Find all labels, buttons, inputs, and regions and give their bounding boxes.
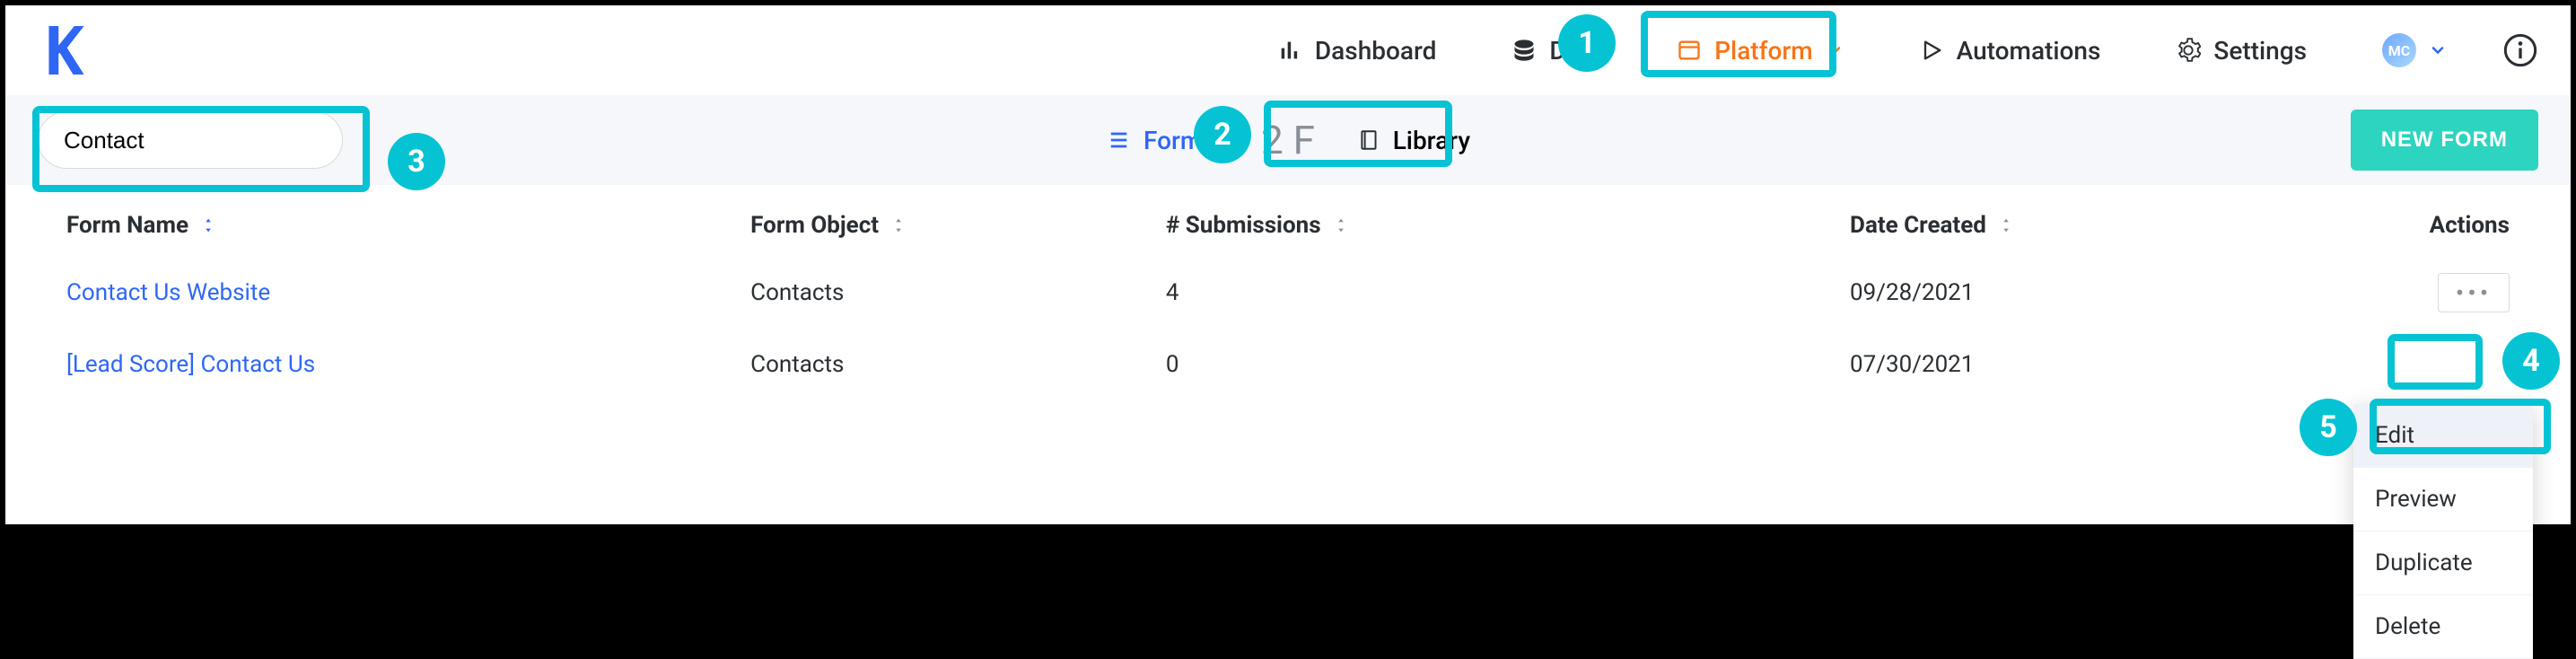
submissions-cell: 4 xyxy=(1166,279,1850,306)
th-submissions-label: # Submissions xyxy=(1166,212,1321,239)
chevron-down-icon xyxy=(1826,41,1844,59)
nav-platform[interactable]: Platform xyxy=(1657,23,1862,78)
subnav-tabs: Forms Library xyxy=(1084,111,1492,170)
date-created-cell: 09/28/2021 xyxy=(1850,279,2363,306)
sub-nav: 2 F Forms Library NEW FORM xyxy=(5,95,2571,185)
actions-cell: ••• xyxy=(2438,273,2510,312)
menu-item-duplicate[interactable]: Duplicate xyxy=(2353,532,2533,595)
logo[interactable] xyxy=(38,23,92,77)
nav-settings-label: Settings xyxy=(2213,36,2307,66)
search-input[interactable] xyxy=(64,127,364,154)
table-row: Contact Us Website Contacts 4 09/28/2021… xyxy=(66,257,2510,329)
date-created-cell: 07/30/2021 xyxy=(1850,351,2363,378)
tab-library-label: Library xyxy=(1393,126,1470,155)
sort-asc-icon xyxy=(199,215,219,235)
nav-user-menu[interactable]: MC xyxy=(2362,21,2466,80)
menu-item-delete[interactable]: Delete xyxy=(2353,595,2533,659)
info-icon[interactable] xyxy=(2502,32,2538,68)
sort-icon xyxy=(1997,215,2017,235)
nav-dashboard[interactable]: Dashboard xyxy=(1257,23,1456,78)
avatar: MC xyxy=(2382,33,2416,67)
logo-k-icon xyxy=(45,26,84,75)
form-name-link[interactable]: [Lead Score] Contact Us xyxy=(66,351,750,378)
search-wrap xyxy=(38,111,343,169)
th-date-created[interactable]: Date Created xyxy=(1850,212,2363,239)
nav-automations[interactable]: Automations xyxy=(1899,23,2121,78)
th-date-created-label: Date Created xyxy=(1850,212,1986,239)
sort-icon xyxy=(1332,215,1352,235)
th-form-name-label: Form Name xyxy=(66,212,188,239)
th-submissions[interactable]: # Submissions xyxy=(1166,212,1850,239)
submissions-cell: 0 xyxy=(1166,351,1850,378)
book-icon xyxy=(1357,128,1380,152)
list-icon xyxy=(1106,127,1131,153)
browser-icon xyxy=(1677,38,1702,63)
nav-platform-label: Platform xyxy=(1714,36,1812,66)
nav-data[interactable]: Data xyxy=(1492,23,1621,78)
database-icon xyxy=(1511,38,1537,63)
tab-library[interactable]: Library xyxy=(1336,111,1492,170)
top-nav: Dashboard Data Platform Automations xyxy=(5,5,2571,95)
row-actions-button[interactable]: ••• xyxy=(2438,273,2510,312)
tab-forms-label: Forms xyxy=(1143,126,1215,155)
forms-table: Form Name Form Object # Submissions Date… xyxy=(31,185,2545,499)
bar-chart-icon xyxy=(1277,38,1302,63)
form-name-link[interactable]: Contact Us Website xyxy=(66,279,750,306)
gear-icon xyxy=(2176,38,2201,63)
form-object-cell: Contacts xyxy=(750,351,1166,378)
th-actions-label: Actions xyxy=(2430,212,2510,239)
th-form-name[interactable]: Form Name xyxy=(66,212,750,239)
nav-settings[interactable]: Settings xyxy=(2156,23,2326,78)
chevron-down-icon xyxy=(2429,41,2447,59)
nav-dashboard-label: Dashboard xyxy=(1315,36,1436,66)
play-triangle-icon xyxy=(1919,38,1944,63)
tab-forms[interactable]: Forms xyxy=(1084,111,1237,170)
sort-icon xyxy=(889,215,909,235)
app-window: Dashboard Data Platform Automations xyxy=(0,0,2576,530)
nav-automations-label: Automations xyxy=(1957,36,2101,66)
menu-item-edit[interactable]: Edit xyxy=(2353,404,2533,468)
nav-data-label: Data xyxy=(1549,36,1601,66)
th-form-object-label: Form Object xyxy=(750,212,879,239)
th-actions: Actions xyxy=(2430,212,2510,239)
table-header-row: Form Name Form Object # Submissions Date… xyxy=(66,194,2510,257)
menu-item-preview[interactable]: Preview xyxy=(2353,468,2533,532)
form-object-cell: Contacts xyxy=(750,279,1166,306)
new-form-button[interactable]: NEW FORM xyxy=(2351,110,2538,171)
table-row: [Lead Score] Contact Us Contacts 0 07/30… xyxy=(66,329,2510,400)
th-form-object[interactable]: Form Object xyxy=(750,212,1166,239)
actions-menu: Edit Preview Duplicate Delete xyxy=(2353,404,2533,659)
